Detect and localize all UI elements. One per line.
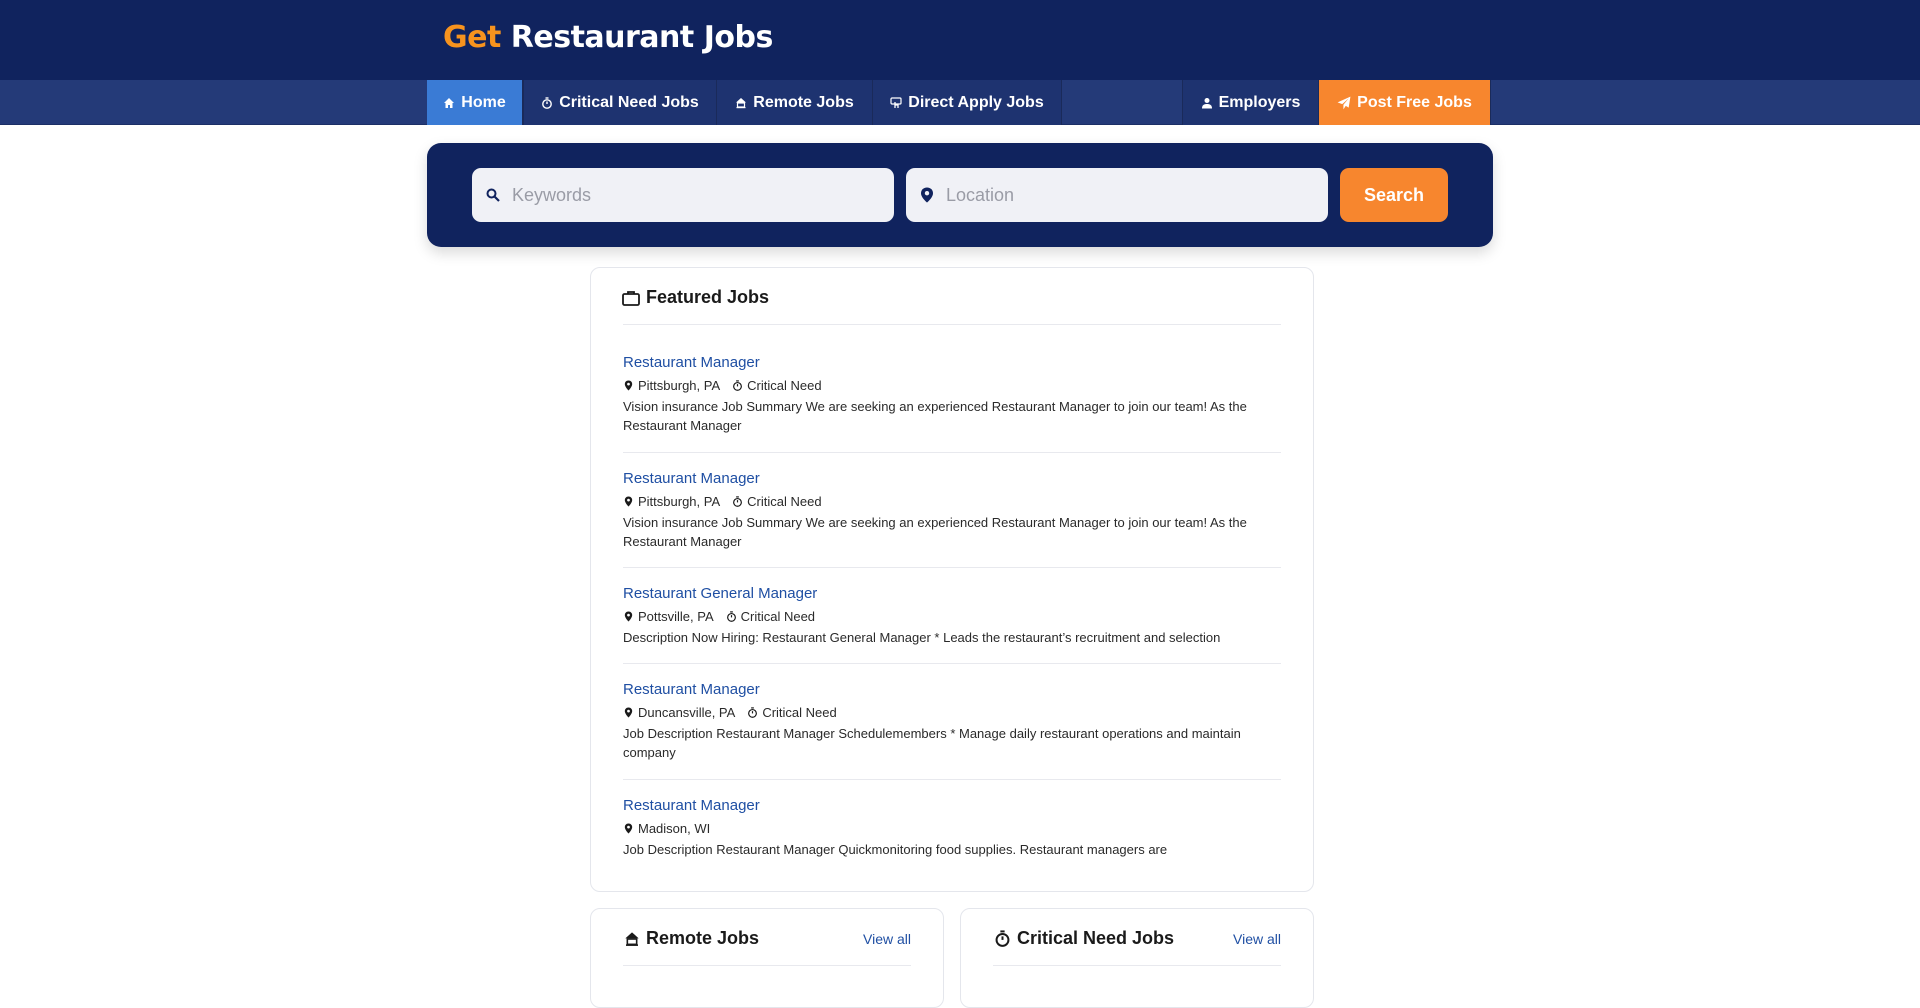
nav-employers[interactable]: Employers [1182,80,1319,125]
nav-home-label: Home [461,93,506,111]
nav-remote-jobs[interactable]: Remote Jobs [717,80,873,125]
site-logo[interactable]: Get Restaurant Jobs [443,20,773,55]
nav-employers-label: Employers [1218,93,1301,111]
remote-jobs-card [590,908,944,1008]
job-divider [623,452,1281,453]
job-listing: Restaurant Manager Duncansville, PA Crit… [623,681,1281,762]
featured-divider [623,324,1281,325]
job-description: Vision insurance Job Summary We are seek… [623,399,1247,433]
map-pin-icon [921,187,933,203]
job-divider [623,567,1281,568]
map-pin-icon [624,823,633,834]
remote-jobs-heading: Remote Jobs [624,928,759,949]
job-title-link[interactable]: Restaurant Manager [623,681,760,698]
job-title-link[interactable]: Restaurant Manager [623,354,760,371]
paper-plane-icon [1337,96,1351,109]
job-listing: Restaurant Manager Pittsburgh, PA Critic… [623,354,1281,435]
critical-need-jobs-card [960,908,1314,1008]
stopwatch-icon [542,96,553,109]
map-pin-icon [624,611,633,622]
critical-view-all-link[interactable]: View all [1233,931,1281,947]
nav-remote-label: Remote Jobs [753,93,854,111]
job-meta: Pittsburgh, PA Critical Need [623,378,1281,393]
keywords-field[interactable] [472,168,894,222]
job-location: Pittsburgh, PA [638,378,721,393]
location-field[interactable] [906,168,1328,222]
stopwatch-icon [733,380,743,391]
house-laptop-icon [625,931,639,946]
critical-jobs-title: Critical Need Jobs [1017,928,1175,948]
job-description: Vision insurance Job Summary We are seek… [623,515,1247,549]
search-button[interactable]: Search [1340,168,1448,222]
job-meta: Duncansville, PA Critical Need [623,705,1281,720]
job-listing: Restaurant General Manager Pottsville, P… [623,585,1281,647]
job-tag: Critical Need [740,609,816,624]
map-pin-icon [624,380,633,391]
job-description: Description Now Hiring: Restaurant Gener… [623,630,1221,645]
job-location: Madison, WI [638,821,711,836]
logo-get: Get [443,20,501,55]
job-tag: Critical Need [747,378,822,393]
remote-divider [623,965,911,966]
job-divider [623,663,1281,664]
job-listing: Restaurant Manager Madison, WI Job Descr… [623,797,1281,859]
job-meta: Pittsburgh, PA Critical Need [623,494,1281,509]
job-location: Pittsburgh, PA [638,494,721,509]
job-listing: Restaurant Manager Pittsburgh, PA Critic… [623,470,1281,551]
job-divider [623,779,1281,780]
nav-home[interactable]: Home [427,80,523,125]
featured-jobs-heading: Featured Jobs [622,287,769,308]
job-tag: Critical Need [747,494,822,509]
job-description: Job Description Restaurant Manager Quick… [623,842,1168,857]
critical-divider [993,965,1281,966]
featured-jobs-title: Featured Jobs [646,287,770,307]
stopwatch-icon [995,930,1010,947]
job-meta: Madison, WI [623,821,1281,836]
job-description: Job Description Restaurant Manager Sched… [623,726,1241,760]
location-input[interactable] [946,184,1306,206]
house-laptop-icon [736,97,747,108]
keywords-input[interactable] [512,184,872,206]
job-title-link[interactable]: Restaurant Manager [623,470,760,487]
job-title-link[interactable]: Restaurant General Manager [623,585,817,602]
top-header [0,0,1920,80]
stopwatch-icon [726,611,736,622]
logo-rest: Restaurant Jobs [510,20,774,55]
nav-direct-label: Direct Apply Jobs [908,93,1044,111]
remote-jobs-title: Remote Jobs [646,928,760,948]
critical-jobs-heading: Critical Need Jobs [994,928,1174,949]
user-tie-icon [1201,97,1212,108]
map-pin-icon [624,707,633,718]
remote-view-all-link[interactable]: View all [863,931,911,947]
nav-post-label: Post Free Jobs [1357,93,1472,111]
job-location: Duncansville, PA [638,705,736,720]
stopwatch-icon [748,707,758,718]
briefcase-icon [622,290,640,306]
job-tag: Critical Need [762,705,837,720]
job-location: Pottsville, PA [638,609,714,624]
search-icon [486,188,500,202]
nav-direct-apply-jobs[interactable]: Direct Apply Jobs [873,80,1062,125]
stopwatch-icon [733,496,743,507]
nav-critical-need-jobs[interactable]: Critical Need Jobs [523,80,717,125]
nav-critical-label: Critical Need Jobs [559,93,699,111]
map-pin-icon [624,496,633,507]
home-icon [444,97,455,108]
nav-post-free-jobs[interactable]: Post Free Jobs [1319,80,1491,125]
job-title-link[interactable]: Restaurant Manager [623,797,760,814]
job-meta: Pottsville, PA Critical Need [623,609,1281,624]
hand-pointer-icon [890,96,902,108]
